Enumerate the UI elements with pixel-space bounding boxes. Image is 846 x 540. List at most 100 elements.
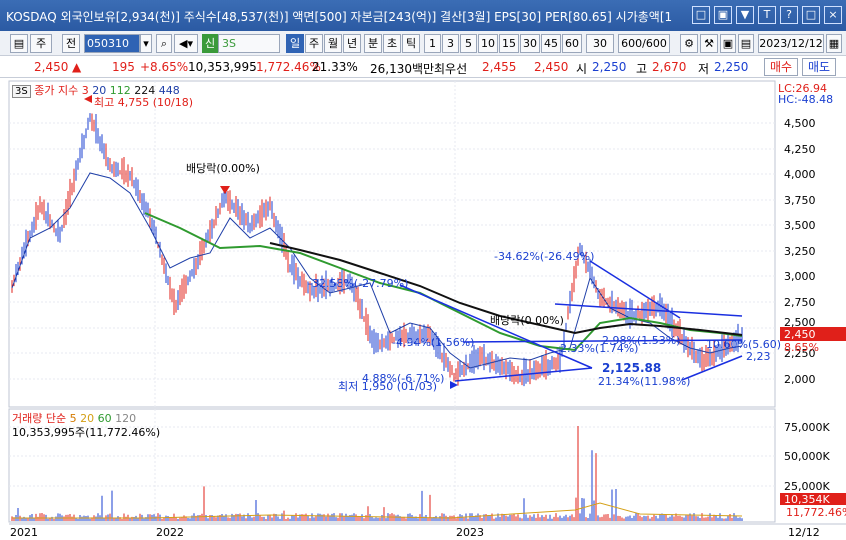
chart-tool-icon[interactable]: ⚒: [700, 34, 718, 53]
print-icon[interactable]: ▤: [738, 34, 754, 53]
current-volume-tag: 10,354K: [784, 493, 830, 506]
calendar-icon[interactable]: ▦: [826, 34, 842, 53]
minute-15-button[interactable]: 15: [499, 34, 519, 53]
window-title: KOSDAQ 외국인보유[2,934(천)] 주식수[48,537(천)] 액면…: [6, 10, 673, 24]
pct-annotation: 21.34%(11.98%): [598, 375, 691, 388]
dividend-annotation-2: 배당락(0.00%): [490, 314, 564, 327]
price-axis-label: 3,750: [784, 194, 816, 207]
ma112-line: [144, 212, 743, 352]
chart-area[interactable]: 3S 종가 지수 3 20 112 224 448 LC:26.94 HC:-4…: [0, 78, 846, 540]
minute-30-button[interactable]: 30: [520, 34, 540, 53]
link-icon[interactable]: □: [692, 6, 710, 24]
sell-button[interactable]: 매도: [802, 58, 836, 76]
dividend-annotation: 배당락(0.00%): [186, 162, 260, 175]
current-price: 2,450: [34, 60, 69, 74]
low-annotation: 최저 1,950 (01/03): [338, 380, 438, 393]
volume-ma-line: [12, 502, 743, 519]
check-toggle[interactable]: 신: [202, 34, 218, 53]
toolbar: ▤ 주 전 050310 ▾ ⌕ ◀▾ 신 3S 일 주 월 년 분 초 틱 1…: [0, 31, 846, 56]
copy-icon[interactable]: ▣: [714, 6, 732, 24]
font-icon[interactable]: T: [758, 6, 776, 24]
minute-5-button[interactable]: 5: [460, 34, 477, 53]
volume-value: 10,353,995: [188, 60, 257, 74]
minute-45-button[interactable]: 45: [541, 34, 561, 53]
low-marker-icon: [450, 381, 458, 389]
trade-amount: 26,130백만: [370, 62, 435, 76]
tab-second[interactable]: 초: [383, 34, 401, 53]
sound-icon[interactable]: ◀▾: [174, 34, 198, 53]
price-summary-bar: 2,450 ▲ 195 +8.65% 10,353,995 1,772.46% …: [0, 56, 846, 78]
volume-bar-series: [11, 426, 743, 521]
open-label: 시: [576, 62, 588, 76]
chevron-down-icon[interactable]: ▾: [140, 34, 152, 53]
best-ask-label: 최우선: [434, 62, 468, 76]
window-titlebar: KOSDAQ 외국인보유[2,934(천)] 주식수[48,537(천)] 액면…: [0, 0, 846, 31]
tab-tick[interactable]: 틱: [402, 34, 420, 53]
interval-select[interactable]: 30: [586, 34, 614, 53]
price-panel-frame: [8, 80, 776, 408]
buy-button[interactable]: 매수: [764, 58, 798, 76]
volume-axis-label: 50,000K: [784, 450, 830, 463]
search-icon[interactable]: ⌕: [156, 34, 172, 53]
hc-label: HC:-48.48: [778, 93, 834, 106]
legend-box[interactable]: 3S: [12, 85, 31, 98]
x-axis-label: 2023: [456, 526, 484, 539]
tab-year[interactable]: 년: [343, 34, 361, 53]
high-label: 고: [636, 62, 648, 76]
volume-axis-label: 25,000K: [784, 480, 830, 493]
legend-title: 종가 지수 3: [34, 84, 89, 97]
date-input[interactable]: 2023/12/12: [758, 34, 824, 53]
minute-10-button[interactable]: 10: [478, 34, 498, 53]
pct-annotation: 10.60%(5.60): [706, 338, 782, 351]
open-price: 2,250: [592, 60, 627, 74]
list-icon[interactable]: ▤: [10, 34, 28, 53]
indicator-select[interactable]: 3S: [218, 34, 280, 53]
save-icon[interactable]: ▣: [720, 34, 736, 53]
pin-icon[interactable]: ▼: [736, 6, 754, 24]
x-axis-right-label: 12/12: [788, 526, 820, 539]
price-change: 195: [112, 60, 135, 74]
settings-icon[interactable]: ⚙: [680, 34, 698, 53]
count-input[interactable]: 600/600: [618, 34, 670, 53]
up-arrow-icon: ▲: [72, 60, 82, 74]
tab-month[interactable]: 월: [324, 34, 342, 53]
price-axis-label: 4,250: [784, 143, 816, 156]
volume-value-label: 10,353,995주(11,772.46%): [12, 426, 161, 439]
tab-week[interactable]: 주: [305, 34, 323, 53]
minute-60-button[interactable]: 60: [562, 34, 582, 53]
trendlines: [399, 260, 743, 382]
price-axis-label: 4,500: [784, 117, 816, 130]
price-axis-label: 3,000: [784, 270, 816, 283]
maximize-icon[interactable]: □: [802, 6, 820, 24]
price-axis-label: 3,250: [784, 245, 816, 258]
current-price-tag: 2,450: [784, 328, 816, 341]
best-bid: 2,450: [534, 60, 569, 74]
pct-annotation: -34.62%(-26.49%): [494, 250, 595, 263]
pct-annotation: -32.58%(-27.79%): [308, 277, 409, 290]
high-price: 2,670: [652, 60, 687, 74]
tab-day[interactable]: 일: [286, 34, 304, 53]
right-price-label: 2,23: [746, 350, 771, 363]
all-button[interactable]: 전: [62, 34, 80, 53]
current-volume-pct: 11,772.46%: [786, 506, 846, 519]
tab-minute[interactable]: 분: [364, 34, 382, 53]
low-price: 2,250: [714, 60, 749, 74]
price-axis-label: 3,500: [784, 219, 816, 232]
price-axis-label: 2,750: [784, 296, 816, 309]
help-icon[interactable]: ?: [780, 6, 798, 24]
price-axis-label: 4,000: [784, 168, 816, 181]
stock-code-input[interactable]: 050310: [84, 34, 140, 53]
x-axis-label: 2022: [156, 526, 184, 539]
price-axis-label: 2,000: [784, 373, 816, 386]
market-button[interactable]: 주: [30, 34, 52, 53]
minute-3-button[interactable]: 3: [442, 34, 459, 53]
pct-annotation: -4.94%(1.56%): [392, 336, 475, 349]
current-pct-tag: 8.65%: [784, 341, 819, 354]
price-change-pct: +8.65%: [140, 60, 189, 74]
turnover-rate: 21.33%: [312, 60, 358, 74]
x-axis-label: 2021: [10, 526, 38, 539]
close-icon[interactable]: ×: [824, 6, 842, 24]
max-annotation: 최고 4,755 (10/18): [94, 96, 194, 109]
volume-axis-label: 75,000K: [784, 421, 830, 434]
minute-1-button[interactable]: 1: [424, 34, 441, 53]
